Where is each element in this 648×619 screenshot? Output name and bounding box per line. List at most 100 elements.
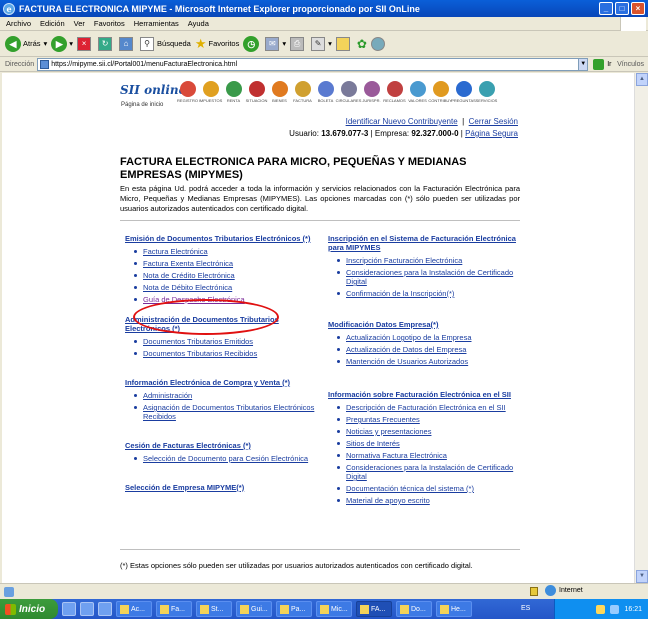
nav-icon-6[interactable]: BOLETA (314, 81, 337, 109)
menu-link[interactable]: Documentación técnica del sistema (*) (337, 484, 518, 493)
tray-icon[interactable] (596, 604, 606, 614)
language-indicator[interactable]: ES (521, 605, 530, 612)
edit-button[interactable]: ✎ ▾ (311, 36, 332, 51)
taskbar-button[interactable]: St... (196, 601, 232, 617)
forward-button[interactable]: ▶ ▾ (51, 35, 73, 52)
section-title-link[interactable]: Emisión de Documentos Tributarios Electr… (125, 234, 315, 243)
app-icon (400, 604, 409, 614)
menu-link[interactable]: Confirmación de la Inscripción(*) (337, 289, 518, 298)
nav-circle-icon (179, 81, 196, 97)
nav-icon-3[interactable]: SITUACION (245, 81, 268, 109)
section-title-link[interactable]: Selección de Empresa MIPYME(*) (125, 483, 315, 492)
taskbar-button[interactable]: FA... (356, 601, 392, 617)
taskbar-button[interactable]: Ac... (116, 601, 152, 617)
menu-archivo[interactable]: Archivo (6, 19, 31, 28)
menu-ver[interactable]: Ver (74, 19, 85, 28)
section-title-link[interactable]: Modificación Datos Empresa(*) (328, 320, 518, 329)
stop-button[interactable]: × (77, 36, 94, 51)
nav-icon-0[interactable]: REGISTRO (176, 81, 199, 109)
taskbar-button[interactable]: Pa... (276, 601, 312, 617)
favorites-button[interactable]: ★ Favoritos (195, 36, 240, 52)
nav-icon-10[interactable]: VALORES (406, 81, 429, 109)
menu-edicion[interactable]: Edición (40, 19, 65, 28)
section-title-link[interactable]: Inscripción en el Sistema de Facturación… (328, 234, 518, 252)
menu-link[interactable]: Nota de Crédito Electrónica (134, 271, 315, 280)
menu-link[interactable]: Actualización Logotipo de la Empresa (337, 333, 518, 342)
menu-link[interactable]: Preguntas Frecuentes (337, 415, 518, 424)
home-link[interactable]: Página de inicio (121, 102, 163, 108)
address-input[interactable]: https://mipyme.sii.cl/Portal001/menuFact… (37, 57, 580, 71)
taskbar-button[interactable]: Gui... (236, 601, 272, 617)
section-list: Administración Asignación de Documentos T… (134, 391, 315, 421)
menu-herramientas[interactable]: Herramientas (134, 19, 179, 28)
section-title-link[interactable]: Información Electrónica de Compra y Vent… (125, 378, 315, 387)
menu-link[interactable]: Factura Exenta Electrónica (134, 259, 315, 268)
back-button[interactable]: ◀ Atrás ▾ (5, 35, 47, 52)
nav-icon-4[interactable]: BIENES (268, 81, 291, 109)
address-dropdown[interactable]: ▼ (578, 57, 589, 71)
menu-link[interactable]: Consideraciones para la Instalación de C… (337, 268, 518, 286)
menu-link[interactable]: Mantención de Usuarios Autorizados (337, 357, 518, 366)
scroll-down-button[interactable]: ▼ (636, 570, 648, 583)
home-button[interactable]: ⌂ (119, 36, 136, 51)
links-toolbar[interactable]: Vínculos (617, 61, 644, 68)
nav-icon-5[interactable]: FACTURA (291, 81, 314, 109)
quicklaunch-ie-icon[interactable] (62, 602, 76, 616)
nav-icon-8[interactable]: JURISPR. (360, 81, 383, 109)
mail-button[interactable]: ✉ ▾ (265, 36, 286, 51)
maximize-button[interactable]: □ (615, 2, 629, 15)
taskbar-button[interactable]: Mic... (316, 601, 352, 617)
refresh-button[interactable]: ↻ (98, 36, 115, 51)
search-button[interactable]: ⚲ Búsqueda (140, 36, 191, 51)
nav-icon-7[interactable]: CIRCULARES (336, 81, 361, 109)
section-title-link[interactable]: Información sobre Facturación Electrónic… (328, 390, 518, 399)
menu-link[interactable]: Noticias y presentaciones (337, 427, 518, 436)
start-button[interactable]: Inicio (0, 599, 58, 619)
vertical-scrollbar[interactable]: ▲ ▼ (634, 73, 648, 583)
menu-link[interactable]: Documentos Tributarios Emitidos (134, 337, 315, 346)
menu-link[interactable]: Inscripción Facturación Electrónica (337, 256, 518, 265)
section-list: Inscripción Facturación Electrónica Consi… (337, 256, 518, 298)
menu-link[interactable]: Asignación de Documentos Tributarios Ele… (134, 403, 315, 421)
logout-link[interactable]: Cerrar Sesión (469, 117, 518, 126)
quicklaunch-media-icon[interactable] (98, 602, 112, 616)
scroll-up-button[interactable]: ▲ (636, 73, 648, 86)
secure-page-link[interactable]: Página Segura (465, 129, 518, 138)
close-button[interactable]: × (631, 2, 645, 15)
address-bar: Dirección https://mipyme.sii.cl/Portal00… (0, 57, 648, 72)
menu-link[interactable]: Sitios de Interés (337, 439, 518, 448)
minimize-button[interactable]: _ (599, 2, 613, 15)
menu-link[interactable]: Material de apoyo escrito (337, 496, 518, 505)
menu-link[interactable]: Consideraciones para la Instalación de C… (337, 463, 518, 481)
go-button[interactable]: Ir (593, 58, 611, 70)
taskbar-button[interactable]: Do... (396, 601, 432, 617)
nav-icon-2[interactable]: RENTA (222, 81, 245, 109)
print-button[interactable]: ⎙ (290, 36, 307, 51)
menu-link[interactable]: Nota de Débito Electrónica (134, 283, 315, 292)
menu-favoritos[interactable]: Favoritos (94, 19, 125, 28)
nav-icon-13[interactable]: SERVICIOS (475, 81, 498, 109)
nav-icon-12[interactable]: PREGUNTAS (451, 81, 476, 109)
nav-icon-11[interactable]: CONTRIBUY. (428, 81, 453, 109)
discuss-button[interactable] (370, 36, 388, 51)
nav-circle-icon (386, 81, 403, 97)
menu-link[interactable]: Descripción de Facturación Electrónica e… (337, 403, 518, 412)
menu-link[interactable]: Documentos Tributarios Recibidos (134, 349, 315, 358)
menu-ayuda[interactable]: Ayuda (188, 19, 209, 28)
section-title-link[interactable]: Cesión de Facturas Electrónicas (*) (125, 441, 315, 450)
history-button[interactable]: ◷ (243, 35, 261, 52)
nav-icon-1[interactable]: IMPUESTOS (199, 81, 222, 109)
identify-taxpayer-link[interactable]: Identificar Nuevo Contribuyente (346, 117, 458, 126)
menu-link[interactable]: Factura Electrónica (134, 247, 315, 256)
tray-icon[interactable] (610, 604, 620, 614)
folder-button[interactable] (335, 36, 353, 51)
quicklaunch-desktop-icon[interactable] (80, 602, 94, 616)
nav-icon-9[interactable]: RECLAMOS (383, 81, 406, 109)
menu-link[interactable]: Actualización de Datos del Empresa (337, 345, 518, 354)
menu-link[interactable]: Normativa Factura Electrónica (337, 451, 518, 460)
menu-link[interactable]: Administración (134, 391, 315, 400)
menu-link[interactable]: Selección de Documento para Cesión Elect… (134, 454, 315, 463)
messenger-button[interactable]: ✿ (357, 37, 367, 51)
taskbar-button[interactable]: Fa... (156, 601, 192, 617)
taskbar-button[interactable]: He... (436, 601, 472, 617)
